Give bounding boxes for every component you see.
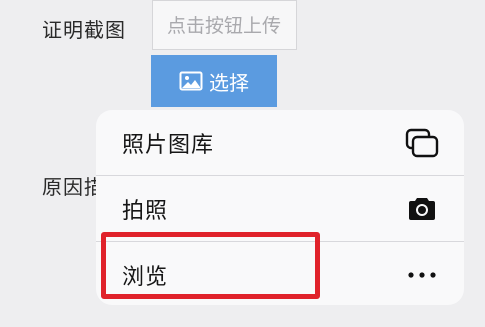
choose-button[interactable]: 选择	[151, 55, 277, 107]
form-page: 证明截图 点击按钮上传 选择 原因描 照片图库 拍照 浏览	[0, 0, 485, 327]
image-icon	[179, 71, 203, 91]
sheet-item-label: 拍照	[122, 198, 169, 224]
upload-field[interactable]: 点击按钮上传	[152, 0, 297, 50]
choose-button-label: 选择	[209, 70, 249, 95]
photo-library-icon	[402, 123, 442, 163]
proof-screenshot-label: 证明截图	[42, 18, 126, 42]
more-icon	[402, 255, 442, 295]
sheet-item-photo-library[interactable]: 照片图库	[96, 110, 464, 175]
highlight-annotation	[101, 232, 320, 299]
camera-icon	[402, 189, 442, 229]
sheet-item-label: 照片图库	[122, 132, 215, 158]
